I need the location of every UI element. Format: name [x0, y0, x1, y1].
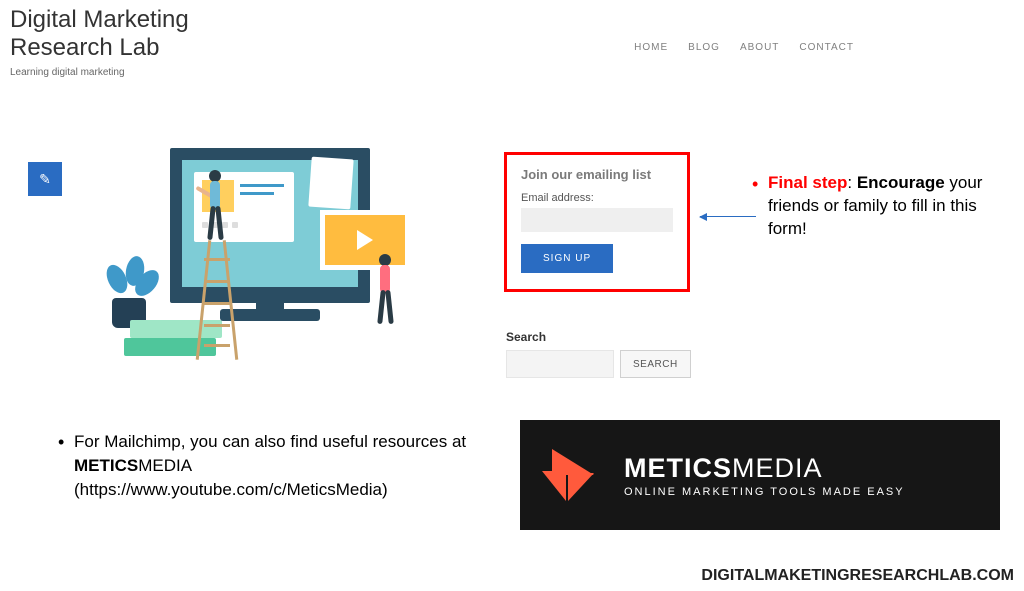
search-widget: Search SEARCH	[506, 330, 691, 378]
mm-title-bold: METICS	[624, 453, 732, 483]
watermark: DIGITALMAKETINGRESEARCHLAB.COM	[701, 567, 1014, 585]
search-input[interactable]	[506, 350, 614, 378]
site-title: Digital Marketing Research Lab	[10, 6, 220, 61]
nav-contact[interactable]: CONTACT	[799, 42, 854, 53]
mm-subtitle: ONLINE MARKETING TOOLS MADE EASY	[624, 486, 905, 498]
nav-about[interactable]: ABOUT	[740, 42, 779, 53]
search-button[interactable]: SEARCH	[620, 350, 691, 378]
hero-illustration	[100, 148, 450, 368]
main-nav: HOME BLOG ABOUT CONTACT	[634, 42, 854, 53]
mailchimp-note: • For Mailchimp, you can also find usefu…	[74, 430, 474, 501]
mm-title-light: MEDIA	[732, 453, 823, 483]
search-label: Search	[506, 330, 691, 344]
nav-home[interactable]: HOME	[634, 42, 668, 53]
metics-logo-icon	[542, 443, 606, 507]
annotation-encourage: Encourage	[857, 173, 945, 192]
annotation-arrow-icon	[700, 216, 756, 217]
annotation-text: • Final step: Encourage your friends or …	[768, 172, 1008, 241]
annotation-final-step: Final step	[768, 173, 847, 192]
metics-media-banner: METICSMEDIA ONLINE MARKETING TOOLS MADE …	[520, 420, 1000, 530]
nav-blog[interactable]: BLOG	[688, 42, 720, 53]
email-signup-form: Join our emailing list Email address: SI…	[504, 152, 690, 292]
signup-button[interactable]: SIGN UP	[521, 244, 613, 273]
email-label: Email address:	[521, 192, 673, 204]
site-tagline: Learning digital marketing	[10, 67, 220, 78]
email-field[interactable]	[521, 208, 673, 232]
pencil-icon: ✎	[39, 171, 51, 188]
edit-button[interactable]: ✎	[28, 162, 62, 196]
form-title: Join our emailing list	[521, 167, 673, 182]
